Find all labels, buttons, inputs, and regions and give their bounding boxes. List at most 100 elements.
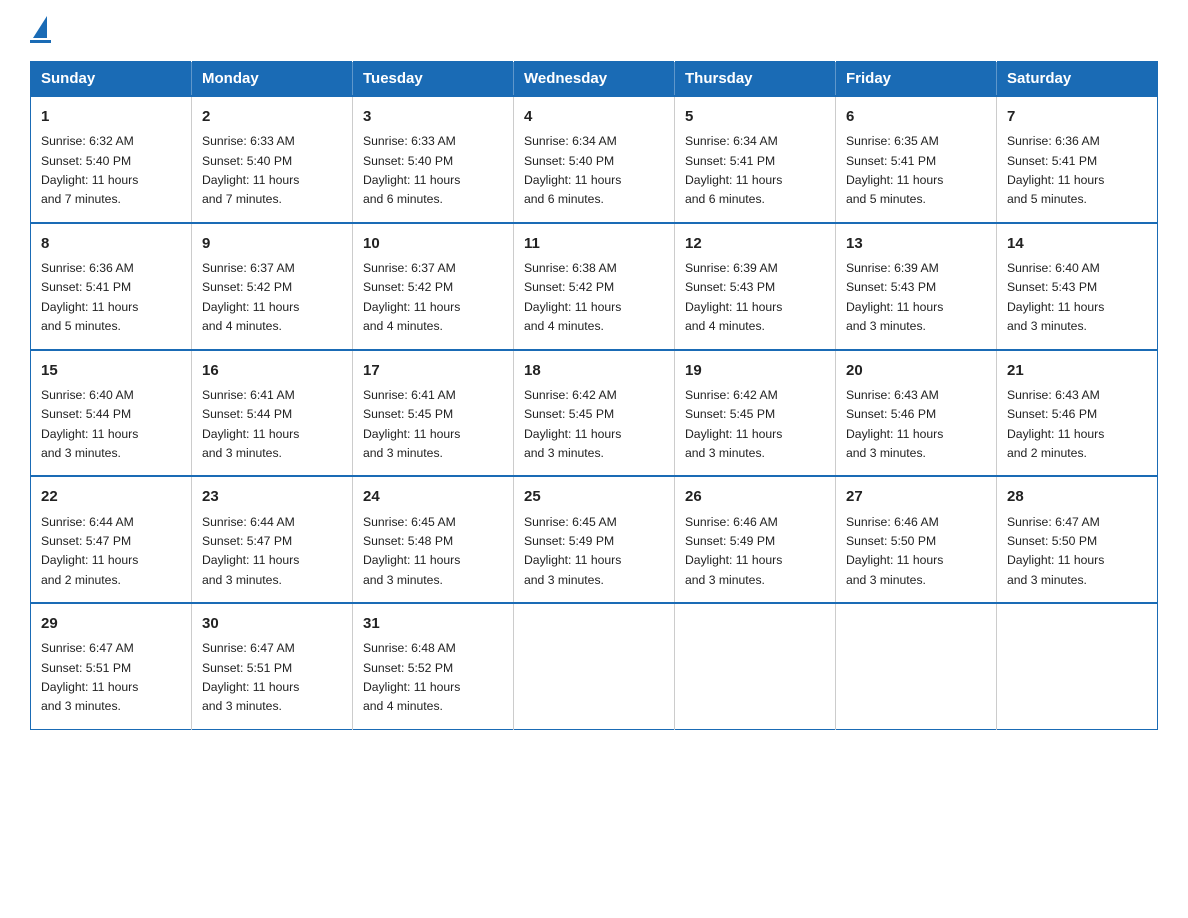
weekday-header-sunday: Sunday	[31, 62, 192, 97]
calendar-cell	[514, 603, 675, 729]
calendar-cell: 16Sunrise: 6:41 AMSunset: 5:44 PMDayligh…	[192, 350, 353, 477]
day-info: Sunrise: 6:41 AMSunset: 5:44 PMDaylight:…	[202, 388, 299, 460]
day-info: Sunrise: 6:47 AMSunset: 5:50 PMDaylight:…	[1007, 515, 1104, 587]
calendar-cell: 30 Sunrise: 6:47 AMSunset: 5:51 PMDayligh…	[192, 603, 353, 729]
day-number: 18	[524, 359, 664, 382]
logo	[30, 20, 51, 43]
day-info: Sunrise: 6:34 AMSunset: 5:40 PMDaylight:…	[524, 134, 621, 206]
day-info: Sunrise: 6:42 AMSunset: 5:45 PMDaylight:…	[524, 388, 621, 460]
day-info: Sunrise: 6:37 AMSunset: 5:42 PMDaylight:…	[202, 261, 299, 333]
calendar-week-row: 29 Sunrise: 6:47 AMSunset: 5:51 PMDayligh…	[31, 603, 1158, 729]
calendar-week-row: 22Sunrise: 6:44 AMSunset: 5:47 PMDayligh…	[31, 476, 1158, 603]
day-info: Sunrise: 6:36 AMSunset: 5:41 PMDaylight:…	[41, 261, 138, 333]
day-number: 5	[685, 105, 825, 128]
calendar-cell: 27 Sunrise: 6:46 AMSunset: 5:50 PMDayligh…	[836, 476, 997, 603]
day-info: Sunrise: 6:42 AMSunset: 5:45 PMDaylight:…	[685, 388, 782, 460]
calendar-cell: 17Sunrise: 6:41 AMSunset: 5:45 PMDayligh…	[353, 350, 514, 477]
day-info: Sunrise: 6:43 AMSunset: 5:46 PMDaylight:…	[1007, 388, 1104, 460]
day-number: 6	[846, 105, 986, 128]
day-number: 4	[524, 105, 664, 128]
logo-triangle-icon	[33, 16, 47, 38]
day-number: 1	[41, 105, 181, 128]
weekday-header-monday: Monday	[192, 62, 353, 97]
day-info: Sunrise: 6:39 AMSunset: 5:43 PMDaylight:…	[846, 261, 943, 333]
day-number: 24	[363, 485, 503, 508]
calendar-cell	[675, 603, 836, 729]
calendar-cell: 22Sunrise: 6:44 AMSunset: 5:47 PMDayligh…	[31, 476, 192, 603]
day-info: Sunrise: 6:33 AMSunset: 5:40 PMDaylight:…	[363, 134, 460, 206]
calendar-cell: 29Sunrise: 6:47 AMSunset: 5:51 PMDayligh…	[31, 603, 192, 729]
day-info: Sunrise: 6:32 AMSunset: 5:40 PMDaylight:…	[41, 134, 138, 206]
day-info: Sunrise: 6:38 AMSunset: 5:42 PMDaylight:…	[524, 261, 621, 333]
day-info: Sunrise: 6:39 AMSunset: 5:43 PMDaylight:…	[685, 261, 782, 333]
calendar-cell: 24 Sunrise: 6:45 AMSunset: 5:48 PMDayligh…	[353, 476, 514, 603]
calendar-cell: 19 Sunrise: 6:42 AMSunset: 5:45 PMDayligh…	[675, 350, 836, 477]
calendar-cell: 25Sunrise: 6:45 AMSunset: 5:49 PMDayligh…	[514, 476, 675, 603]
weekday-header-row: SundayMondayTuesdayWednesdayThursdayFrid…	[31, 62, 1158, 97]
weekday-header-wednesday: Wednesday	[514, 62, 675, 97]
day-info: Sunrise: 6:35 AMSunset: 5:41 PMDaylight:…	[846, 134, 943, 206]
calendar-cell: 23Sunrise: 6:44 AMSunset: 5:47 PMDayligh…	[192, 476, 353, 603]
logo-underline	[30, 40, 51, 43]
day-number: 23	[202, 485, 342, 508]
calendar-cell: 13 Sunrise: 6:39 AMSunset: 5:43 PMDayligh…	[836, 223, 997, 350]
day-info: Sunrise: 6:40 AMSunset: 5:43 PMDaylight:…	[1007, 261, 1104, 333]
calendar-cell: 6 Sunrise: 6:35 AMSunset: 5:41 PMDaylight…	[836, 96, 997, 223]
day-number: 3	[363, 105, 503, 128]
calendar-table: SundayMondayTuesdayWednesdayThursdayFrid…	[30, 61, 1158, 730]
day-number: 22	[41, 485, 181, 508]
calendar-cell: 20 Sunrise: 6:43 AMSunset: 5:46 PMDayligh…	[836, 350, 997, 477]
calendar-cell: 9 Sunrise: 6:37 AMSunset: 5:42 PMDaylight…	[192, 223, 353, 350]
day-number: 21	[1007, 359, 1147, 382]
calendar-week-row: 15Sunrise: 6:40 AMSunset: 5:44 PMDayligh…	[31, 350, 1158, 477]
calendar-cell: 26 Sunrise: 6:46 AMSunset: 5:49 PMDayligh…	[675, 476, 836, 603]
calendar-cell: 11Sunrise: 6:38 AMSunset: 5:42 PMDayligh…	[514, 223, 675, 350]
calendar-week-row: 1 Sunrise: 6:32 AMSunset: 5:40 PMDaylight…	[31, 96, 1158, 223]
calendar-cell: 2 Sunrise: 6:33 AMSunset: 5:40 PMDaylight…	[192, 96, 353, 223]
day-number: 2	[202, 105, 342, 128]
calendar-cell: 10Sunrise: 6:37 AMSunset: 5:42 PMDayligh…	[353, 223, 514, 350]
day-number: 31	[363, 612, 503, 635]
day-number: 27	[846, 485, 986, 508]
page-header	[30, 20, 1158, 43]
calendar-cell: 15Sunrise: 6:40 AMSunset: 5:44 PMDayligh…	[31, 350, 192, 477]
day-number: 19	[685, 359, 825, 382]
calendar-cell: 4 Sunrise: 6:34 AMSunset: 5:40 PMDaylight…	[514, 96, 675, 223]
day-number: 29	[41, 612, 181, 635]
day-number: 10	[363, 232, 503, 255]
calendar-cell: 14 Sunrise: 6:40 AMSunset: 5:43 PMDayligh…	[997, 223, 1158, 350]
calendar-cell	[836, 603, 997, 729]
weekday-header-friday: Friday	[836, 62, 997, 97]
day-info: Sunrise: 6:33 AMSunset: 5:40 PMDaylight:…	[202, 134, 299, 206]
calendar-cell: 3 Sunrise: 6:33 AMSunset: 5:40 PMDaylight…	[353, 96, 514, 223]
calendar-cell: 7 Sunrise: 6:36 AMSunset: 5:41 PMDaylight…	[997, 96, 1158, 223]
calendar-cell: 21 Sunrise: 6:43 AMSunset: 5:46 PMDayligh…	[997, 350, 1158, 477]
day-number: 8	[41, 232, 181, 255]
day-info: Sunrise: 6:40 AMSunset: 5:44 PMDaylight:…	[41, 388, 138, 460]
day-info: Sunrise: 6:46 AMSunset: 5:50 PMDaylight:…	[846, 515, 943, 587]
calendar-cell: 18 Sunrise: 6:42 AMSunset: 5:45 PMDayligh…	[514, 350, 675, 477]
day-info: Sunrise: 6:36 AMSunset: 5:41 PMDaylight:…	[1007, 134, 1104, 206]
day-number: 28	[1007, 485, 1147, 508]
day-number: 14	[1007, 232, 1147, 255]
day-number: 25	[524, 485, 664, 508]
day-number: 20	[846, 359, 986, 382]
day-number: 12	[685, 232, 825, 255]
day-number: 26	[685, 485, 825, 508]
calendar-cell: 12 Sunrise: 6:39 AMSunset: 5:43 PMDayligh…	[675, 223, 836, 350]
day-info: Sunrise: 6:43 AMSunset: 5:46 PMDaylight:…	[846, 388, 943, 460]
day-number: 13	[846, 232, 986, 255]
day-info: Sunrise: 6:46 AMSunset: 5:49 PMDaylight:…	[685, 515, 782, 587]
day-number: 7	[1007, 105, 1147, 128]
day-info: Sunrise: 6:45 AMSunset: 5:48 PMDaylight:…	[363, 515, 460, 587]
weekday-header-tuesday: Tuesday	[353, 62, 514, 97]
day-number: 9	[202, 232, 342, 255]
calendar-cell: 5Sunrise: 6:34 AMSunset: 5:41 PMDaylight…	[675, 96, 836, 223]
day-number: 30	[202, 612, 342, 635]
calendar-cell	[997, 603, 1158, 729]
day-info: Sunrise: 6:48 AMSunset: 5:52 PMDaylight:…	[363, 641, 460, 713]
calendar-cell: 8 Sunrise: 6:36 AMSunset: 5:41 PMDaylight…	[31, 223, 192, 350]
weekday-header-saturday: Saturday	[997, 62, 1158, 97]
weekday-header-thursday: Thursday	[675, 62, 836, 97]
day-info: Sunrise: 6:47 AMSunset: 5:51 PMDaylight:…	[202, 641, 299, 713]
